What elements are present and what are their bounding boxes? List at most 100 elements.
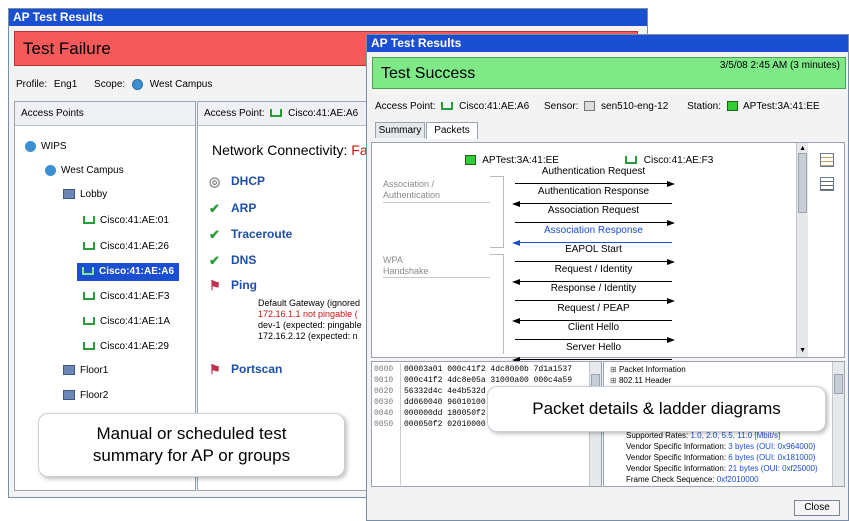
ladder-message-label: Client Hello — [567, 322, 620, 333]
expand-icon[interactable]: ⊞ — [610, 376, 619, 385]
ladder-message-label: Authentication Response — [537, 185, 650, 197]
globe-icon — [131, 79, 143, 90]
section-association-line2: Authentication — [383, 190, 441, 200]
test-name: Portscan — [231, 362, 283, 376]
decode-line[interactable]: ⊞ Packet Information — [610, 364, 818, 375]
decode-field: Vendor Specific Information: — [626, 464, 729, 473]
ladder-message[interactable]: Association Response — [512, 224, 672, 246]
failure-status: Test Failure — [23, 39, 111, 58]
decode-field: Supported Rates: — [626, 431, 691, 440]
section-wpa-line2: Handshake — [383, 266, 429, 276]
test-item[interactable]: ✔ DNS — [209, 253, 256, 268]
ladder-message[interactable]: Response / Identity — [515, 282, 675, 304]
access-point-icon — [83, 292, 95, 301]
check-icon: ✔ — [209, 253, 220, 268]
hex-offset: 0040 — [374, 409, 394, 418]
connectivity-title: Network Connectivity: — [212, 142, 348, 158]
decode-scrollbar[interactable] — [832, 362, 844, 486]
access-point-icon — [83, 242, 95, 251]
tree-item-label: Cisco:41:AE:1A — [100, 316, 171, 327]
station-icon — [465, 155, 476, 166]
ladder-scroll-down-icon[interactable]: ▼ — [799, 347, 806, 354]
profile-value: Eng1 — [53, 79, 78, 91]
ladder-message[interactable]: EAPOL Start — [515, 243, 675, 265]
ap-icon — [625, 156, 637, 165]
ladder-message-label: Response / Identity — [550, 283, 637, 294]
tree-item[interactable]: Cisco:41:AE:26 — [83, 238, 169, 256]
tree-item-label: Cisco:41:AE:01 — [100, 215, 169, 226]
decode-line[interactable]: Vendor Specific Information: 6 bytes (OU… — [610, 452, 818, 463]
connectivity-heading: Network Connectivity: Fa — [212, 142, 368, 158]
tree-item[interactable]: Cisco:41:AE:A6 — [77, 263, 180, 281]
ladder-message[interactable]: Request / PEAP — [512, 302, 672, 324]
tree-item-label: Cisco:41:AE:F3 — [100, 291, 170, 302]
hex-row: 000c41f2 4dc8e05a 31000a00 000c4a59 — [404, 376, 573, 385]
table-view-icon[interactable] — [820, 153, 834, 167]
test-info-row: Access Point: Cisco:41:AE:A6 Sensor: sen… — [375, 101, 820, 112]
ladder-message[interactable]: Client Hello — [515, 321, 675, 343]
tab-summary[interactable]: Summary — [375, 122, 425, 138]
ap-icon — [441, 102, 454, 111]
ladder-message-label: EAPOL Start — [565, 244, 622, 255]
test-name: Ping — [231, 278, 257, 292]
ladder-message-label: Request / Identity — [554, 263, 633, 275]
ladder-message[interactable]: Authentication Response — [512, 185, 672, 207]
decode-line[interactable]: Frame Check Sequence: 0xf2010000 — [610, 474, 818, 485]
test-name: DHCP — [231, 174, 266, 188]
callout-test-summary: Manual or scheduled test summary for AP … — [38, 413, 345, 477]
decode-line[interactable]: Vendor Specific Information: 3 bytes (OU… — [610, 441, 818, 452]
ladder-message[interactable]: Authentication Request — [515, 165, 675, 187]
ladder-scroll-up-icon[interactable]: ▲ — [799, 145, 806, 152]
tree-item[interactable]: Cisco:41:AE:29 — [83, 338, 169, 356]
access-point-icon — [83, 216, 95, 225]
callout-packet-details: Packet details & ladder diagrams — [487, 386, 826, 432]
tree-item-label: Lobby — [80, 189, 108, 200]
access-point-icon — [83, 342, 95, 351]
section-association-line1: Association / — [383, 179, 435, 189]
section-wpa-line1: WPA — [383, 255, 403, 265]
tree-item[interactable]: West Campus — [45, 162, 124, 180]
ladder-message[interactable]: Server Hello — [512, 341, 672, 363]
tree-item[interactable]: Lobby — [63, 186, 107, 204]
flag-icon: ⚑ — [209, 278, 221, 293]
test-item[interactable]: ✔ Traceroute — [209, 227, 292, 242]
check-icon: ✔ — [209, 227, 220, 242]
ping-detail: Default Gateway (ignored 172.16.1.1 not p… — [258, 298, 362, 342]
decode-value: 6 bytes (OUI: 0x181000) — [728, 453, 816, 462]
decode-value: 21 bytes (OUI: 0xf25000) — [728, 464, 818, 473]
tree-item[interactable]: WIPS — [25, 138, 67, 156]
hex-offsets: 0000 0010 0020 0030 0040 0050 — [372, 364, 401, 485]
tree-item[interactable]: Floor2 — [63, 387, 108, 405]
list-view-icon[interactable] — [820, 177, 834, 191]
section-divider — [383, 202, 490, 203]
tree-item[interactable]: Cisco:41:AE:F3 — [83, 288, 169, 306]
window-title: AP Test Results — [9, 9, 647, 26]
globe-icon — [25, 140, 36, 152]
sensor-icon — [584, 101, 596, 112]
decode-line[interactable]: ⊞ 802.11 Header — [610, 375, 818, 386]
tree-item[interactable]: Cisco:41:AE:1A — [83, 313, 170, 331]
ladder-scrollbar[interactable] — [796, 143, 808, 357]
decode-line[interactable]: Vendor Specific Information: 21 bytes (O… — [610, 463, 818, 474]
callout-line1: Manual or scheduled test — [96, 424, 287, 443]
test-item[interactable]: ⚑ Portscan — [209, 362, 283, 377]
decode-field: 802.11 Header — [618, 376, 672, 385]
section-divider — [383, 277, 490, 278]
access-point-icon — [82, 267, 94, 276]
hex-row: 00003a01 000c41f2 4dc8000b 7d1a1537 — [404, 365, 573, 374]
tree-item[interactable]: Floor1 — [63, 362, 108, 380]
ladder-message[interactable]: Request / Identity — [512, 263, 672, 285]
tab-packets[interactable]: Packets — [426, 122, 478, 139]
test-item[interactable]: ⚑ Ping — [209, 278, 257, 293]
building-icon — [63, 390, 75, 401]
test-item[interactable]: ◎ DHCP — [209, 174, 266, 189]
ladder-message[interactable]: Association Request — [515, 204, 675, 226]
profile-scope-row: Profile: Eng1 Scope: West Campus — [16, 79, 216, 90]
test-item[interactable]: ✔ ARP — [209, 201, 256, 216]
ap-value: Cisco:41:AE:A6 — [288, 108, 359, 119]
expand-icon[interactable]: ⊞ — [610, 365, 619, 374]
section-wpa: WPA Handshake — [383, 255, 429, 277]
decode-field: Packet Information — [618, 365, 686, 374]
close-button[interactable]: Close — [794, 500, 840, 516]
tree-item[interactable]: Cisco:41:AE:01 — [83, 212, 169, 230]
